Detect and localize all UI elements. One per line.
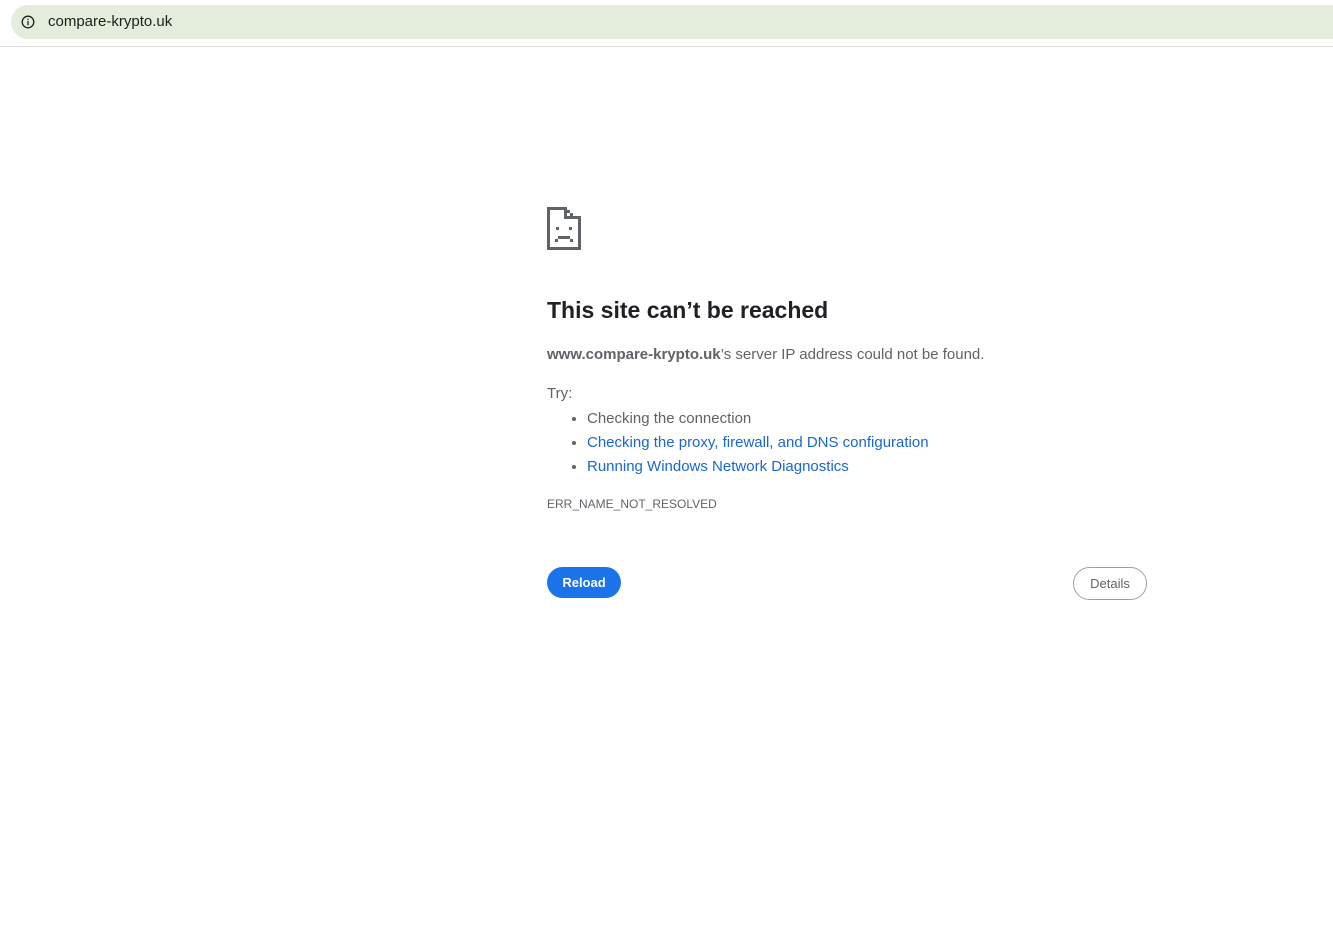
url-text[interactable]: compare-krypto.uk (48, 13, 172, 31)
error-summary: www.compare-krypto.uk’s server IP addres… (547, 346, 984, 363)
suggestion-link-network-diagnostics[interactable]: Running Windows Network Diagnostics (587, 458, 849, 475)
suggestion-check-connection: Checking the connection (587, 410, 752, 427)
summary-text: ’s server IP address could not be found. (720, 346, 985, 363)
address-bar-area: compare-krypto.uk (0, 0, 1333, 47)
error-code: ERR_NAME_NOT_RESOLVED (547, 497, 717, 511)
suggestion-link-proxy-config[interactable]: Checking the proxy, firewall, and DNS co… (587, 434, 929, 451)
try-label: Try: (547, 385, 573, 402)
host-name: www.compare-krypto.uk (547, 346, 721, 363)
reload-button[interactable]: Reload (547, 567, 621, 598)
suggestion-item: Checking the proxy, firewall, and DNS co… (587, 431, 929, 455)
page-title: This site can’t be reached (547, 297, 829, 323)
suggestion-item: Running Windows Network Diagnostics (587, 455, 929, 479)
sad-page-icon (547, 207, 581, 250)
suggestions-list: Checking the connection Checking the pro… (547, 407, 929, 479)
details-button[interactable]: Details (1073, 567, 1147, 600)
suggestion-item: Checking the connection (587, 407, 929, 431)
omnibox[interactable]: compare-krypto.uk (11, 5, 1333, 39)
info-icon[interactable] (21, 15, 35, 29)
